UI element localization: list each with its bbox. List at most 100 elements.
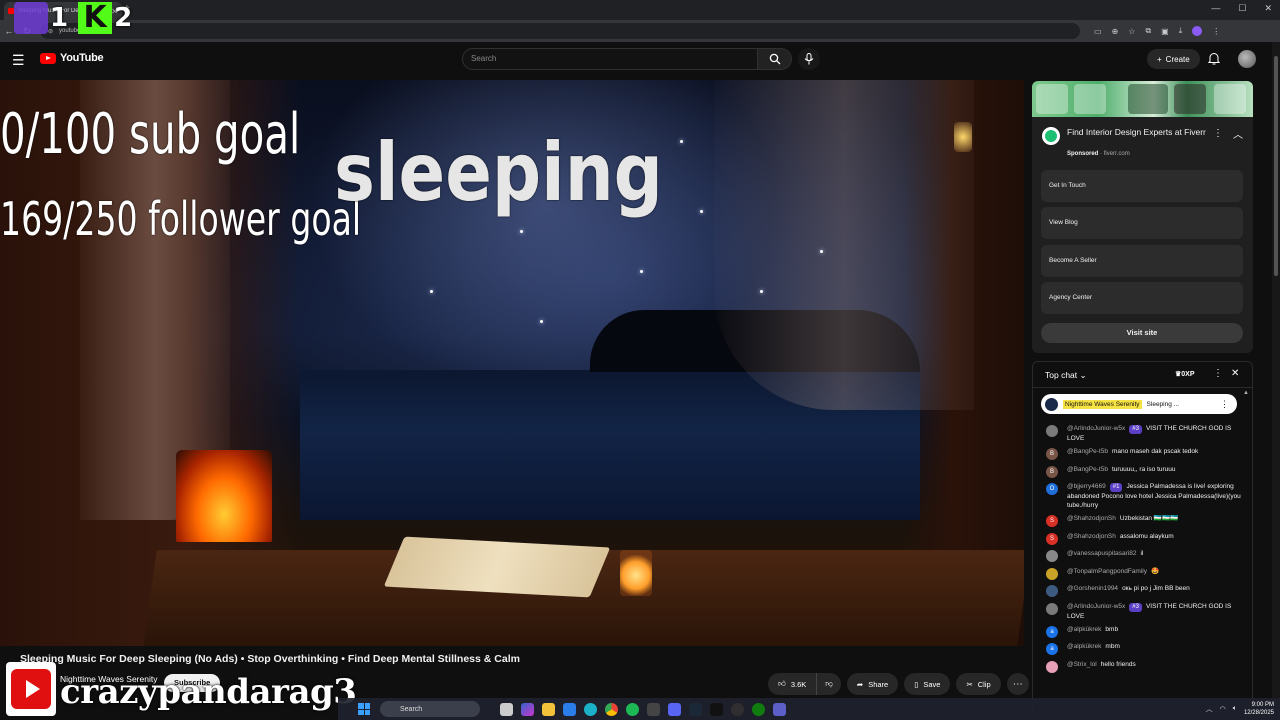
store-icon[interactable]	[563, 702, 576, 716]
browser-menu-icon[interactable]: ⋮	[1212, 27, 1220, 36]
chat-message[interactable]: S @ShahzodjonSh assalomu alaykum	[1033, 530, 1252, 548]
chat-author[interactable]: @ArlindoJunior-w5x	[1067, 603, 1125, 610]
pinned-message[interactable]: Nighttime Waves Serenity Sleeping ... ⋮	[1041, 394, 1237, 414]
zoom-icon[interactable]: ⊕	[1112, 27, 1119, 36]
chat-avatar[interactable]: B	[1046, 465, 1058, 478]
chat-avatar[interactable]: S	[1046, 532, 1058, 545]
voice-search-button[interactable]	[798, 48, 820, 70]
chat-author[interactable]: @BangPe-t5b	[1067, 466, 1108, 473]
address-bar[interactable]: ⊜ youtube.com/wa	[40, 23, 1080, 39]
cast-icon[interactable]: ▭	[1094, 27, 1102, 36]
chat-author[interactable]: @alpkükrek	[1067, 626, 1101, 633]
volume-icon[interactable]: 🔈︎	[1233, 705, 1237, 713]
chat-author[interactable]: @Strix_lol	[1067, 661, 1097, 668]
chat-avatar[interactable]: O	[1046, 483, 1058, 495]
chevron-up-icon[interactable]: ︿	[1233, 126, 1243, 141]
wifi-icon[interactable]: ◠	[1220, 705, 1226, 713]
chat-message[interactable]: @ArlindoJunior-w5x #3 VISIT THE CHURCH GOD…	[1033, 600, 1252, 623]
spotify-icon[interactable]	[626, 702, 639, 716]
xp-badge[interactable]: ♛0XP	[1175, 370, 1195, 378]
chat-avatar[interactable]: S	[1046, 515, 1058, 527]
search-input[interactable]: Search	[462, 48, 758, 70]
sidebar-icon[interactable]: ▣	[1161, 27, 1169, 36]
chat-message[interactable]: @Strix_lol hello friends	[1033, 658, 1252, 676]
extensions-icon[interactable]: ⧉	[1145, 26, 1151, 36]
profile-icon[interactable]	[1192, 26, 1203, 36]
chat-message[interactable]: S @ShahzodjonSh Uzbekistan 🇺🇿🇺🇿🇺🇿	[1033, 512, 1252, 530]
save-button[interactable]: ▯ Save	[904, 673, 951, 695]
youtube-logo[interactable]: YouTube	[40, 52, 104, 64]
chat-author[interactable]: @ShahzodjonSh	[1067, 515, 1116, 522]
page-scrollbar[interactable]	[1272, 42, 1280, 698]
scrollbar-thumb[interactable]	[1274, 56, 1278, 276]
ad-banner-image[interactable]	[1032, 81, 1253, 117]
chat-avatar[interactable]	[1046, 567, 1058, 580]
clip-button[interactable]: ✂ Clip	[956, 673, 1001, 695]
chrome-icon[interactable]	[605, 702, 618, 716]
create-button[interactable]: + Create	[1147, 49, 1200, 69]
ad-link-agency-center[interactable]: Agency Center	[1041, 282, 1243, 314]
chat-message[interactable]: O @bjjerry4669 #1 Jessica Palmadessa is liv…	[1033, 480, 1252, 512]
chat-message[interactable]: a @alpkükrek bmb	[1033, 623, 1252, 641]
chat-author[interactable]: @BangPe-t5b	[1067, 448, 1108, 455]
ad-title[interactable]: Find Interior Design Experts at Fiverr	[1067, 127, 1207, 138]
notifications-bell-icon[interactable]	[1208, 52, 1220, 65]
channel-avatar[interactable]	[6, 662, 56, 716]
maximize-icon[interactable]: ☐	[1238, 3, 1246, 14]
close-window-icon[interactable]: ✕	[1264, 3, 1272, 14]
search-button[interactable]	[758, 48, 792, 70]
chat-author[interactable]: @ShahzodjonSh	[1067, 533, 1116, 540]
minimize-icon[interactable]: —	[1211, 3, 1220, 14]
ad-menu-icon[interactable]: ⋮	[1213, 128, 1223, 139]
chat-mode-dropdown[interactable]: Top chat ⌄	[1045, 370, 1087, 381]
ad-link-get-in-touch[interactable]: Get In Touch	[1041, 170, 1243, 202]
copilot-icon[interactable]	[521, 702, 534, 716]
bookmark-star-icon[interactable]: ☆	[1128, 27, 1135, 36]
visit-site-button[interactable]: Visit site	[1041, 323, 1243, 343]
download-icon[interactable]: ⤓	[1179, 26, 1183, 36]
steam-icon[interactable]	[689, 702, 702, 716]
chat-avatar[interactable]	[1046, 550, 1058, 562]
account-avatar[interactable]	[1238, 50, 1256, 68]
scroll-up-icon[interactable]: ▲	[1243, 390, 1249, 396]
chat-avatar[interactable]: a	[1046, 643, 1058, 655]
more-actions-button[interactable]: ⋯	[1006, 673, 1029, 695]
taskbar-search[interactable]: Search	[380, 701, 480, 717]
chat-message[interactable]: @vanessapuspitasari82 il	[1033, 547, 1252, 565]
chat-avatar[interactable]	[1046, 425, 1058, 437]
windows-start-icon[interactable]	[358, 703, 370, 715]
pinned-menu-icon[interactable]: ⋮	[1220, 399, 1229, 410]
share-button[interactable]: ➦ Share	[846, 673, 899, 695]
file-explorer-icon[interactable]	[542, 702, 555, 716]
chat-author[interactable]: @ArlindoJunior-w5x	[1067, 425, 1125, 432]
chat-message[interactable]: @TonpalmPangpondFamily 🤩	[1033, 565, 1252, 583]
close-chat-icon[interactable]: ✕	[1231, 368, 1239, 379]
teams-icon[interactable]	[773, 702, 786, 716]
ad-link-view-blog[interactable]: View Blog	[1041, 207, 1243, 239]
like-button[interactable]: 👍︎ 3.6K	[768, 673, 818, 695]
chat-message[interactable]: B @BangPe-t5b mano maseh dak pscak tedok	[1033, 445, 1252, 463]
xbox-icon[interactable]	[752, 702, 765, 716]
obs-icon[interactable]	[731, 702, 744, 716]
video-player[interactable]: 0/100 sub goal 169/250 follower goal sle…	[0, 80, 1024, 646]
chat-menu-icon[interactable]: ⋮	[1213, 368, 1223, 379]
edge-icon[interactable]	[584, 702, 597, 716]
chat-message[interactable]: B @BangPe-t5b turuuuu,, ra iso turuuu	[1033, 463, 1252, 481]
chat-message[interactable]: a @alpkükrek mbm	[1033, 640, 1252, 658]
chat-avatar[interactable]	[1046, 585, 1058, 597]
tray-chevron-icon[interactable]: ︿	[1206, 704, 1213, 714]
dislike-button[interactable]: 👎︎	[817, 673, 841, 695]
menu-icon[interactable]: ☰	[12, 52, 25, 69]
chat-author[interactable]: @vanessapuspitasari82	[1067, 550, 1136, 557]
chat-message[interactable]: @Gorshenin1994 окь рі ро j Jim BB been	[1033, 582, 1252, 600]
ad-link-become-a-seller[interactable]: Become A Seller	[1041, 245, 1243, 277]
app-icon[interactable]	[647, 702, 660, 716]
chat-avatar[interactable]: B	[1046, 448, 1058, 460]
chat-avatar[interactable]	[1046, 660, 1058, 673]
chat-author[interactable]: @Gorshenin1994	[1067, 585, 1118, 592]
chat-author[interactable]: @TonpalmPangpondFamily	[1067, 568, 1147, 575]
chat-message[interactable]: @ArlindoJunior-w5x #3 VISIT THE CHURCH GOD…	[1033, 422, 1252, 445]
chat-avatar[interactable]	[1046, 602, 1058, 615]
kick-app-icon[interactable]	[710, 702, 723, 716]
chat-author[interactable]: @bjjerry4669	[1067, 483, 1106, 490]
